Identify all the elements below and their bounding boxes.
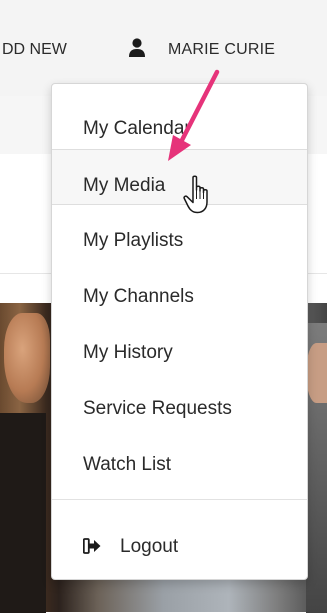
- pointer-arrow-icon: [168, 69, 220, 161]
- user-icon[interactable]: [128, 38, 146, 58]
- menu-item-label: Service Requests: [83, 398, 232, 419]
- menu-item-watch-list[interactable]: Watch List: [52, 429, 307, 485]
- menu-item-my-channels[interactable]: My Channels: [52, 261, 307, 317]
- menu-item-my-playlists[interactable]: My Playlists: [52, 205, 307, 261]
- logout-label: Logout: [120, 536, 179, 557]
- menu-divider: [52, 499, 307, 500]
- menu-item-label: My Channels: [83, 286, 194, 307]
- menu-item-label: Watch List: [83, 454, 171, 475]
- user-menu-toggle[interactable]: MARIE CURIE: [168, 41, 275, 59]
- thumbnail-person-left: [4, 313, 50, 403]
- add-new-link[interactable]: DD NEW: [2, 41, 67, 59]
- menu-item-label: My Media: [83, 175, 166, 196]
- menu-item-label: My Playlists: [83, 230, 184, 251]
- menu-item-my-history[interactable]: My History: [52, 317, 307, 373]
- logout-icon: [83, 538, 101, 554]
- thumbnail-face-right: [306, 343, 327, 403]
- menu-item-label: My History: [83, 342, 173, 363]
- menu-item-service-requests[interactable]: Service Requests: [52, 373, 307, 429]
- thumbnail-dark-region: [0, 413, 46, 613]
- hand-pointer-cursor-icon: [183, 175, 208, 214]
- logout-button[interactable]: Logout: [52, 526, 307, 566]
